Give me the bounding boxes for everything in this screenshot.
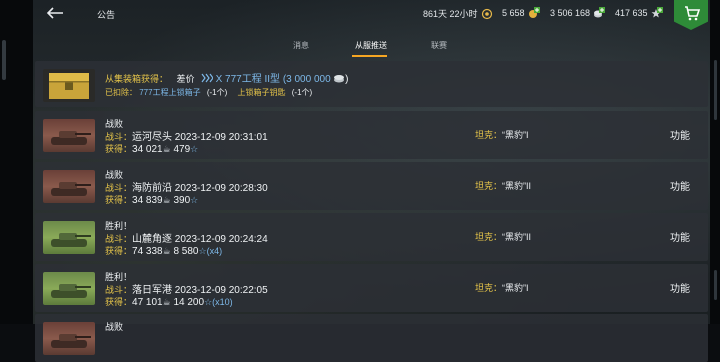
left-edge	[0, 0, 33, 324]
tank-image-icon	[51, 233, 91, 247]
chest-deduct-item: 777工程上锁箱子	[139, 88, 201, 97]
battle-row[interactable]: 战败 战斗：运河尽头 2023-12-09 20:31:01 获得：34 021☕ …	[35, 111, 708, 159]
function-button[interactable]: 功能	[670, 178, 690, 193]
tank-thumbnail	[43, 119, 95, 152]
battle-row[interactable]: 胜利！ 战斗：落日军港 2023-12-09 20:22:05 获得：47 101☕…	[35, 264, 708, 312]
earned-credits: 47 101	[132, 297, 163, 308]
battle-row[interactable]: 胜利！ 战斗：山麓角逐 2023-12-09 20:24:24 获得：74 338☕…	[35, 213, 708, 261]
xp-star-icon: ☆	[198, 246, 207, 256]
tank-image-icon	[51, 131, 91, 145]
credits-value: 3 506 168	[550, 8, 591, 18]
free-xp-icon[interactable]	[651, 7, 663, 19]
battle-label: 战斗：	[105, 234, 133, 244]
earn-label: 获得：	[105, 144, 133, 154]
tank-name: “黑豹”I	[502, 283, 529, 293]
battle-row[interactable]: 战败	[35, 314, 708, 362]
chest-message-row[interactable]: 从集装箱获得： 差价 X 777工程 II型 (3 000 000 ) 已扣除：…	[35, 61, 708, 107]
tank-name: “黑豹”I	[502, 130, 529, 140]
tank-label: 坦克：	[475, 283, 503, 293]
earn-label: 获得：	[105, 297, 133, 307]
tank-label: 坦克：	[475, 130, 503, 140]
tab-messages[interactable]: 消息	[293, 40, 309, 51]
golden-chest-icon	[49, 73, 89, 99]
timer-value: 861天 22小时	[423, 9, 478, 19]
tank-name: “黑豹”II	[502, 232, 532, 242]
free-xp-value: 417 635	[615, 8, 648, 18]
chest-reward-label: 差价	[176, 74, 195, 84]
xp-multiplier: (x4)	[206, 246, 223, 256]
tank-label: 坦克：	[475, 181, 503, 191]
credits-icon: ☕	[162, 246, 171, 256]
free-xp-resource: 417 635	[615, 7, 663, 19]
earned-credits: 74 338	[132, 246, 163, 257]
shop-button[interactable]	[674, 0, 708, 30]
chest-from-label: 从集装箱获得：	[105, 74, 169, 84]
tank-image-icon	[51, 182, 91, 196]
gold-resource: 5 658	[502, 7, 540, 19]
earned-xp: 14 200	[173, 297, 205, 308]
tank-thumbnail	[43, 170, 95, 203]
tank-thumbnail	[43, 272, 95, 305]
tank-image-icon	[51, 334, 91, 348]
earn-label: 获得：	[105, 195, 133, 205]
chest-key-count: (-1个)	[291, 88, 313, 97]
credits-stack-icon	[334, 75, 345, 83]
earned-credits: 34 021	[132, 144, 163, 155]
chest-reward-value: X 777工程 II型 (3 000 000	[215, 74, 331, 85]
credits-resource: 3 506 168	[550, 7, 606, 19]
chest-key-item: 上锁箱子钥匙	[237, 88, 286, 97]
battle-label: 战斗：	[105, 132, 133, 142]
chest-deduct-count: (-1个)	[206, 88, 228, 97]
top-bar: 公告 861天 22小时 5 658 3 506 168 417 635	[33, 0, 710, 30]
tank-thumbnail	[43, 322, 95, 355]
tank-thumbnail	[43, 221, 95, 254]
function-button[interactable]: 功能	[670, 280, 690, 295]
function-button[interactable]: 功能	[670, 127, 690, 142]
xp-star-icon: ☆	[190, 195, 199, 205]
shop-cart-icon	[685, 6, 701, 21]
earned-credits: 34 839	[132, 195, 163, 206]
right-edge	[710, 0, 720, 324]
gold-icon[interactable]	[528, 7, 540, 19]
tank-image-icon	[51, 284, 91, 298]
page-title: 公告	[97, 10, 116, 20]
battle-label: 战斗：	[105, 183, 133, 193]
laurel-icon	[481, 8, 492, 19]
chest-deduct-label: 已扣除：	[105, 88, 137, 97]
xp-star-icon: ☆	[190, 144, 199, 154]
credits-icon[interactable]	[593, 7, 606, 19]
xp-star-icon: ☆	[204, 297, 213, 307]
active-tab-underline	[352, 55, 387, 57]
function-button[interactable]: 功能	[670, 229, 690, 244]
credits-icon: ☕	[162, 195, 171, 205]
tier-chevrons-icon	[201, 73, 214, 83]
earned-xp: 8 580	[173, 246, 199, 257]
battle-result: 战败	[105, 322, 124, 332]
timer-resource: 861天 22小时	[423, 7, 493, 20]
earned-xp: 479	[173, 144, 191, 155]
credits-icon: ☕	[162, 297, 171, 307]
tank-name: “黑豹”II	[502, 181, 532, 191]
battle-label: 战斗：	[105, 285, 133, 295]
credits-icon: ☕	[162, 144, 171, 154]
back-arrow-icon[interactable]	[45, 5, 65, 21]
chest-thumbnail	[43, 69, 95, 102]
battle-row[interactable]: 战败 战斗：海防前沿 2023-12-09 20:28:30 获得：34 839☕ …	[35, 162, 708, 210]
tab-league[interactable]: 联赛	[431, 40, 447, 51]
earned-xp: 390	[173, 195, 191, 206]
tab-server-push[interactable]: 从服推送	[355, 40, 387, 51]
earn-label: 获得：	[105, 246, 133, 256]
tank-label: 坦克：	[475, 232, 503, 242]
xp-multiplier: (x10)	[212, 297, 233, 307]
gold-value: 5 658	[502, 8, 525, 18]
